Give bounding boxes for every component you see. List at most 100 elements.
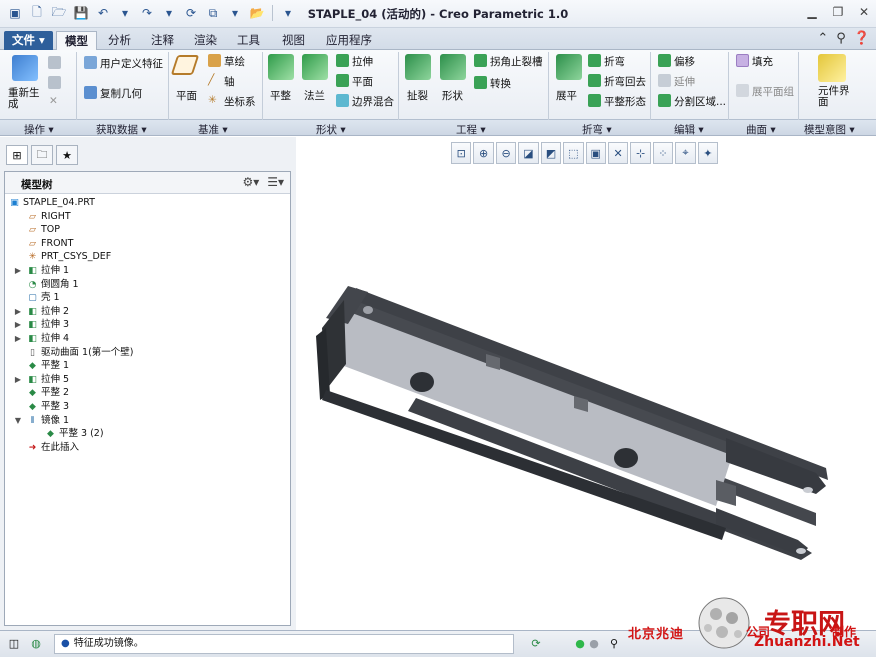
annotation-display-icon[interactable]: ✦ bbox=[697, 142, 719, 164]
customize-toolbar-icon[interactable]: ▾ bbox=[279, 4, 297, 22]
tree-item-extrude-2[interactable]: ▶ ◧ 拉伸 2 bbox=[7, 305, 290, 319]
bend-icon[interactable] bbox=[588, 54, 601, 67]
boundary-blend-button[interactable]: 边界混合 bbox=[352, 94, 394, 109]
browser-toggle-icon[interactable]: ◍ bbox=[28, 636, 44, 652]
tree-item-top[interactable]: ▱ TOP bbox=[7, 223, 290, 237]
creo-app-icon[interactable]: ▣ bbox=[6, 4, 24, 22]
planar-button[interactable]: 平面 bbox=[352, 74, 373, 89]
datum-display-icon[interactable]: ✕ bbox=[607, 142, 629, 164]
regenerate-icon[interactable] bbox=[12, 55, 38, 81]
copy-icon[interactable] bbox=[48, 56, 61, 69]
plane-icon[interactable] bbox=[170, 55, 200, 75]
plane-button[interactable]: 平面 bbox=[176, 88, 197, 103]
rip-icon[interactable] bbox=[405, 54, 431, 80]
redo-dropdown-icon[interactable]: ▾ bbox=[160, 4, 178, 22]
convert-button[interactable]: 转换 bbox=[490, 76, 511, 91]
saved-views-icon[interactable]: ⬚ bbox=[563, 142, 584, 164]
group-operations[interactable]: 操作 ▾ bbox=[24, 122, 54, 137]
tree-settings-icon[interactable]: ⚙▾ bbox=[242, 175, 259, 189]
new-file-icon[interactable]: 🗋 bbox=[28, 4, 46, 22]
tab-applications[interactable]: 应用程序 bbox=[318, 31, 380, 50]
collapse-ribbon-icon[interactable]: ⌃ bbox=[817, 31, 828, 46]
bend-button[interactable]: 折弯 bbox=[604, 54, 625, 69]
form-button[interactable]: 形状 bbox=[442, 88, 463, 103]
model-tree-tab-icon[interactable]: ⊞ bbox=[6, 145, 28, 165]
tab-file[interactable]: 文件 ▾ bbox=[4, 31, 53, 50]
save-icon[interactable]: 💾 bbox=[72, 4, 90, 22]
folder-browser-tab-icon[interactable]: 🗀 bbox=[31, 145, 53, 165]
tree-item-flatten-3[interactable]: ◆ 平整 3 bbox=[7, 400, 290, 414]
flat-panel-icon[interactable] bbox=[736, 84, 749, 97]
regen-status-icon[interactable]: ⟳ bbox=[528, 636, 544, 652]
group-engineering[interactable]: 工程 ▾ bbox=[456, 122, 486, 137]
redo-icon[interactable]: ↷ bbox=[138, 4, 156, 22]
tree-item-shell-1[interactable]: ▢ 壳 1 bbox=[7, 291, 290, 305]
tree-item-mirror-1[interactable]: ▼ ⫴ 镜像 1 bbox=[7, 414, 290, 428]
axis-button[interactable]: 轴 bbox=[224, 74, 235, 89]
flat-state-button[interactable]: 平整形态 bbox=[604, 94, 646, 109]
fill-button[interactable]: 填充 bbox=[752, 54, 773, 69]
tree-item-csys[interactable]: ✳ PRT_CSYS_DEF bbox=[7, 250, 290, 264]
copy-geometry-icon[interactable] bbox=[84, 86, 97, 99]
flat-panel-button[interactable]: 展平面组 bbox=[752, 84, 794, 99]
tab-annotate[interactable]: 注释 bbox=[143, 31, 182, 50]
tree-item-extrude-3[interactable]: ▶ ◧ 拉伸 3 bbox=[7, 318, 290, 332]
open-folder-icon[interactable]: 🗁 bbox=[50, 4, 68, 22]
offset-button[interactable]: 偏移 bbox=[674, 54, 695, 69]
tree-item-flatten-2[interactable]: ◆ 平整 2 bbox=[7, 386, 290, 400]
tree-item-part[interactable]: ▣ STAPLE_04.PRT bbox=[7, 196, 290, 210]
flange-button[interactable]: 法兰 bbox=[304, 88, 325, 103]
csys-display-icon[interactable]: ⌖ bbox=[675, 142, 696, 164]
tab-analysis[interactable]: 分析 bbox=[100, 31, 139, 50]
tree-item-front[interactable]: ▱ FRONT bbox=[7, 237, 290, 251]
group-shapes[interactable]: 形状 ▾ bbox=[316, 122, 346, 137]
regenerate-icon[interactable]: ⟳ bbox=[182, 4, 200, 22]
tab-view[interactable]: 视图 bbox=[274, 31, 313, 50]
tree-item-extrude-1[interactable]: ▶ ◧ 拉伸 1 bbox=[7, 264, 290, 278]
extrude-icon[interactable] bbox=[336, 54, 349, 67]
flat-state-icon[interactable] bbox=[588, 94, 601, 107]
extend-icon[interactable] bbox=[658, 74, 671, 87]
form-icon[interactable] bbox=[440, 54, 466, 80]
split-area-icon[interactable] bbox=[658, 94, 671, 107]
tree-show-icon[interactable]: ☰▾ bbox=[267, 175, 284, 189]
tree-item-flatten-1[interactable]: ◆ 平整 1 bbox=[7, 359, 290, 373]
group-bends[interactable]: 折弯 ▾ bbox=[582, 122, 612, 137]
favorites-tab-icon[interactable]: ★ bbox=[56, 145, 78, 165]
zoom-in-icon[interactable]: ⊕ bbox=[473, 142, 494, 164]
planar-icon[interactable] bbox=[336, 74, 349, 87]
tree-item-extrude-4[interactable]: ▶ ◧ 拉伸 4 bbox=[7, 332, 290, 346]
repaint-icon[interactable]: ◪ bbox=[518, 142, 539, 164]
minimize-icon[interactable]: ▁ bbox=[804, 4, 820, 20]
expand-arrow-icon[interactable]: ▶ bbox=[13, 264, 23, 278]
tab-tools[interactable]: 工具 bbox=[229, 31, 268, 50]
paste-icon[interactable] bbox=[48, 76, 61, 89]
flatten-icon[interactable] bbox=[268, 54, 294, 80]
expand-arrow-icon[interactable]: ▶ bbox=[13, 332, 23, 346]
sketch-icon[interactable] bbox=[208, 54, 221, 67]
bend-back-icon[interactable] bbox=[588, 74, 601, 87]
group-surfaces[interactable]: 曲面 ▾ bbox=[746, 122, 776, 137]
tree-item-driving-surface[interactable]: ▯ 驱动曲面 1(第一个壁) bbox=[7, 346, 290, 360]
close-window-icon[interactable]: 📂 bbox=[248, 4, 266, 22]
fill-icon[interactable] bbox=[736, 54, 749, 67]
rip-button[interactable]: 扯裂 bbox=[407, 88, 428, 103]
expand-arrow-icon[interactable]: ▶ bbox=[13, 318, 23, 332]
extrude-button[interactable]: 拉伸 bbox=[352, 54, 373, 69]
windows-icon[interactable]: ⧉ bbox=[204, 4, 222, 22]
component-interface-button[interactable]: 元件界面 bbox=[818, 86, 850, 108]
flange-icon[interactable] bbox=[302, 54, 328, 80]
undo-icon[interactable]: ↶ bbox=[94, 4, 112, 22]
undo-dropdown-icon[interactable]: ▾ bbox=[116, 4, 134, 22]
sketch-button[interactable]: 草绘 bbox=[224, 54, 245, 69]
group-editing[interactable]: 编辑 ▾ bbox=[674, 122, 704, 137]
expand-arrow-icon[interactable]: ▶ bbox=[13, 305, 23, 319]
tree-item-flatten-3-copy[interactable]: ◆ 平整 3 (2) bbox=[7, 427, 290, 441]
udf-button[interactable]: 用户定义特征 bbox=[100, 56, 163, 71]
refit-icon[interactable]: ⊡ bbox=[451, 142, 472, 164]
regenerate-button[interactable]: 重新生成 bbox=[8, 88, 40, 110]
group-model-intent[interactable]: 模型意图 ▾ bbox=[804, 122, 855, 137]
help-icon[interactable]: ❓ bbox=[854, 31, 870, 46]
display-style-icon[interactable]: ◩ bbox=[540, 142, 562, 164]
delete-icon[interactable]: ✕ bbox=[49, 95, 58, 107]
